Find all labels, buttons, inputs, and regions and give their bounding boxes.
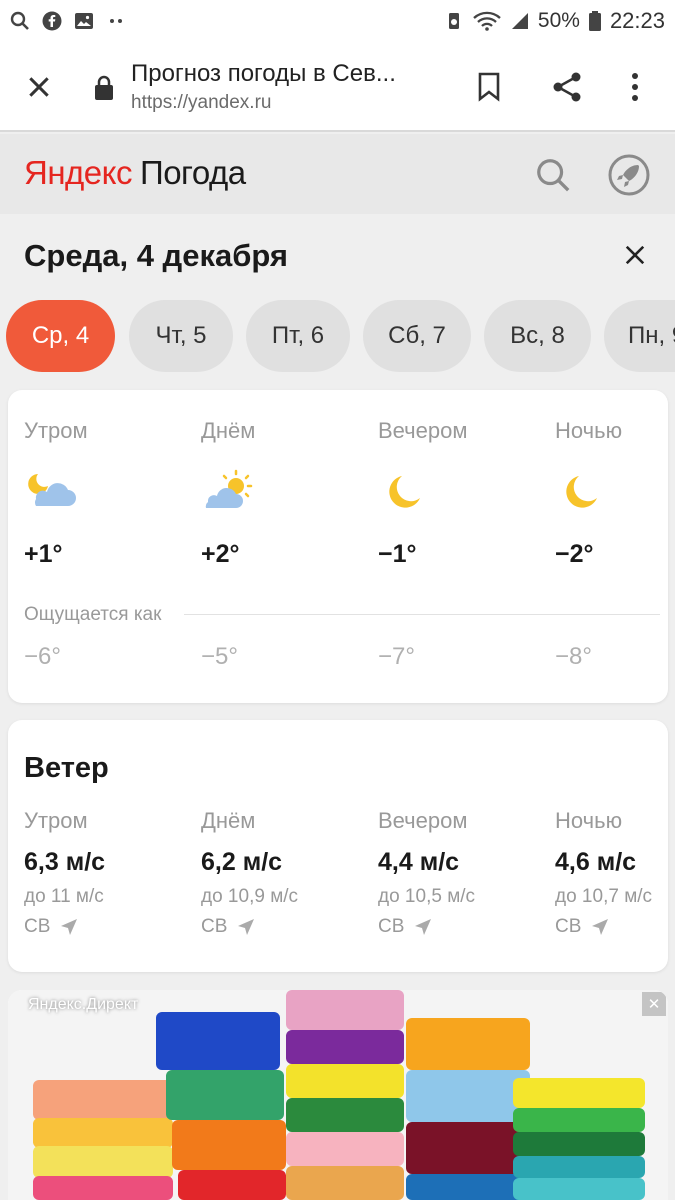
wind-speed: 4,6 м/с [555, 848, 637, 876]
temperature: −1° [378, 540, 417, 568]
day-tabs: Ср, 4 Чт, 5 Пт, 6 Сб, 7 Вс, 8 Пн, 9 [0, 300, 675, 372]
wind-card: Ветер Утром 6,3 м/с до 11 м/с СВ Днём 6,… [8, 720, 668, 972]
wind-title: Ветер [24, 752, 109, 784]
wind-direction-label: СВ [201, 916, 228, 937]
period-label: Вечером [378, 418, 468, 443]
battery-icon [588, 11, 602, 31]
period-label: Ночью [555, 808, 623, 833]
yandex-header: Яндекс Погода [0, 134, 675, 214]
wind-arrow-icon [592, 919, 609, 935]
tab-day[interactable]: Ср, 4 [6, 300, 115, 372]
wind-gust: до 11 м/с [24, 886, 104, 907]
day-forecast-card: Утром +1° Днём +2° Вечером −1° Ночью −2°… [8, 390, 668, 703]
overflow-menu-button[interactable] [620, 68, 650, 106]
wind-gust: до 10,5 м/с [378, 886, 476, 907]
share-button[interactable] [548, 68, 586, 106]
ad-label: Яндекс.Директ [28, 996, 139, 1013]
bookmark-button[interactable] [472, 68, 506, 106]
search-icon [10, 11, 30, 31]
close-icon [29, 77, 49, 97]
period-label: Утром [24, 808, 88, 833]
ad-banner[interactable]: Яндекс.Директ ✕ [8, 990, 668, 1200]
wind-arrow-icon [415, 919, 432, 935]
search-icon [537, 159, 570, 192]
wind-arrow-icon [61, 919, 78, 935]
image-icon [74, 11, 94, 31]
wind-gust: до 10,9 м/с [201, 886, 299, 907]
tab-day[interactable]: Чт, 5 [129, 300, 233, 372]
close-day-button[interactable] [618, 238, 652, 272]
page-title[interactable]: Прогноз погоды в Сев... [131, 60, 396, 88]
close-icon: ✕ [647, 996, 661, 1013]
rocket-button[interactable] [604, 150, 654, 200]
bookmark-icon [478, 72, 500, 102]
tab-day[interactable]: Пн, 9 [604, 300, 675, 372]
temperature: +2° [201, 540, 240, 568]
ad-image [8, 990, 668, 1200]
period-label: Днём [201, 418, 256, 443]
battery-percent: 50% [537, 9, 580, 32]
lock-icon [94, 75, 114, 101]
page-url[interactable]: https://yandex.ru [131, 92, 271, 114]
wind-direction: СВ [378, 916, 432, 938]
signal-icon [510, 11, 530, 31]
wind-arrow-icon [238, 919, 255, 935]
temperature: −2° [555, 540, 594, 568]
period-label: Утром [24, 418, 88, 443]
share-icon [553, 72, 581, 102]
feels-like-temp: −8° [555, 643, 592, 670]
browser-toolbar: Прогноз погоды в Сев... https://yandex.r… [0, 42, 675, 132]
clock: 22:23 [609, 8, 665, 33]
wind-direction-label: СВ [24, 916, 51, 937]
feels-like-temp: −7° [378, 643, 415, 670]
rocket-icon [608, 154, 650, 196]
period-label: Днём [201, 808, 256, 833]
wind-speed: 6,2 м/с [201, 848, 283, 876]
wind-gust: до 10,7 м/с [555, 886, 653, 907]
logo-product: Погода [139, 154, 246, 191]
facebook-icon [42, 11, 62, 31]
wifi-icon [472, 11, 502, 31]
wind-speed: 4,4 м/с [378, 848, 460, 876]
period-label: Вечером [378, 808, 468, 833]
battery-saver-icon [444, 11, 464, 31]
divider [184, 614, 660, 615]
sun-cloud-icon [202, 468, 258, 517]
feels-like-temp: −6° [24, 643, 61, 670]
close-icon [625, 245, 645, 265]
wind-direction-label: СВ [378, 916, 405, 937]
tab-day[interactable]: Вс, 8 [484, 300, 591, 372]
overflow-menu-icon [632, 73, 638, 101]
moon-icon [557, 470, 613, 519]
wind-direction: СВ [24, 916, 78, 938]
period-label: Ночью [555, 418, 623, 443]
more-dots-icon [106, 11, 126, 31]
date-heading: Среда, 4 декабря [24, 238, 288, 273]
search-button[interactable] [530, 152, 576, 198]
yandex-weather-logo[interactable]: Яндекс Погода [24, 154, 246, 192]
wind-direction: СВ [201, 916, 255, 938]
close-tab-button[interactable] [20, 68, 58, 106]
ad-close-button[interactable]: ✕ [642, 992, 666, 1016]
logo-brand: Яндекс [24, 154, 132, 191]
status-bar: 50% 22:23 [0, 0, 675, 42]
moon-cloud-icon [22, 468, 78, 517]
feels-like-label: Ощущается как [24, 604, 162, 625]
wind-direction: СВ [555, 916, 609, 938]
tab-day[interactable]: Сб, 7 [363, 300, 471, 372]
tab-day[interactable]: Пт, 6 [246, 300, 350, 372]
wind-speed: 6,3 м/с [24, 848, 106, 876]
moon-icon [380, 470, 436, 519]
feels-like-temp: −5° [201, 643, 238, 670]
temperature: +1° [24, 540, 63, 568]
wind-direction-label: СВ [555, 916, 582, 937]
